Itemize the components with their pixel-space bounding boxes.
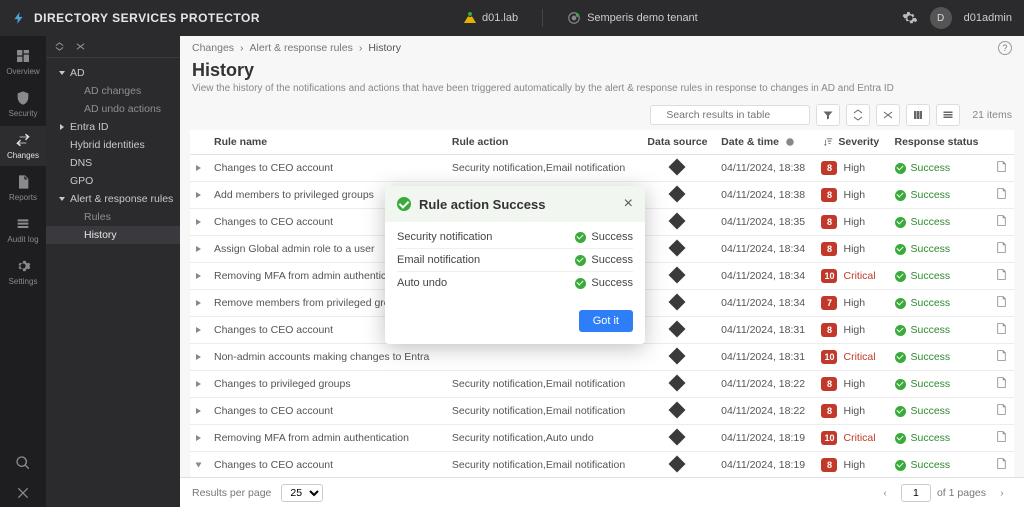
modal-footer: Got it: [385, 302, 645, 344]
modal-title: Rule action Success: [419, 197, 545, 212]
check-icon: [575, 278, 586, 289]
modal-row-key: Auto undo: [397, 277, 575, 289]
modal-body: Security notificationSuccessEmail notifi…: [385, 222, 645, 302]
modal-row-val: Success: [575, 231, 633, 243]
modal-overlay: Rule action Success × Security notificat…: [0, 0, 1024, 507]
modal-header: Rule action Success ×: [385, 186, 645, 222]
modal-close-button[interactable]: ×: [624, 196, 633, 212]
modal-row: Auto undoSuccess: [397, 272, 633, 294]
modal-row-val: Success: [575, 254, 633, 266]
modal-row-val: Success: [575, 277, 633, 289]
modal-row-key: Security notification: [397, 231, 575, 243]
check-icon: [575, 255, 586, 266]
rule-action-modal: Rule action Success × Security notificat…: [385, 186, 645, 344]
modal-row: Email notificationSuccess: [397, 249, 633, 272]
check-icon: [575, 232, 586, 243]
got-it-button[interactable]: Got it: [579, 310, 633, 332]
modal-row-key: Email notification: [397, 254, 575, 266]
modal-row: Security notificationSuccess: [397, 226, 633, 249]
success-icon: [397, 197, 411, 211]
